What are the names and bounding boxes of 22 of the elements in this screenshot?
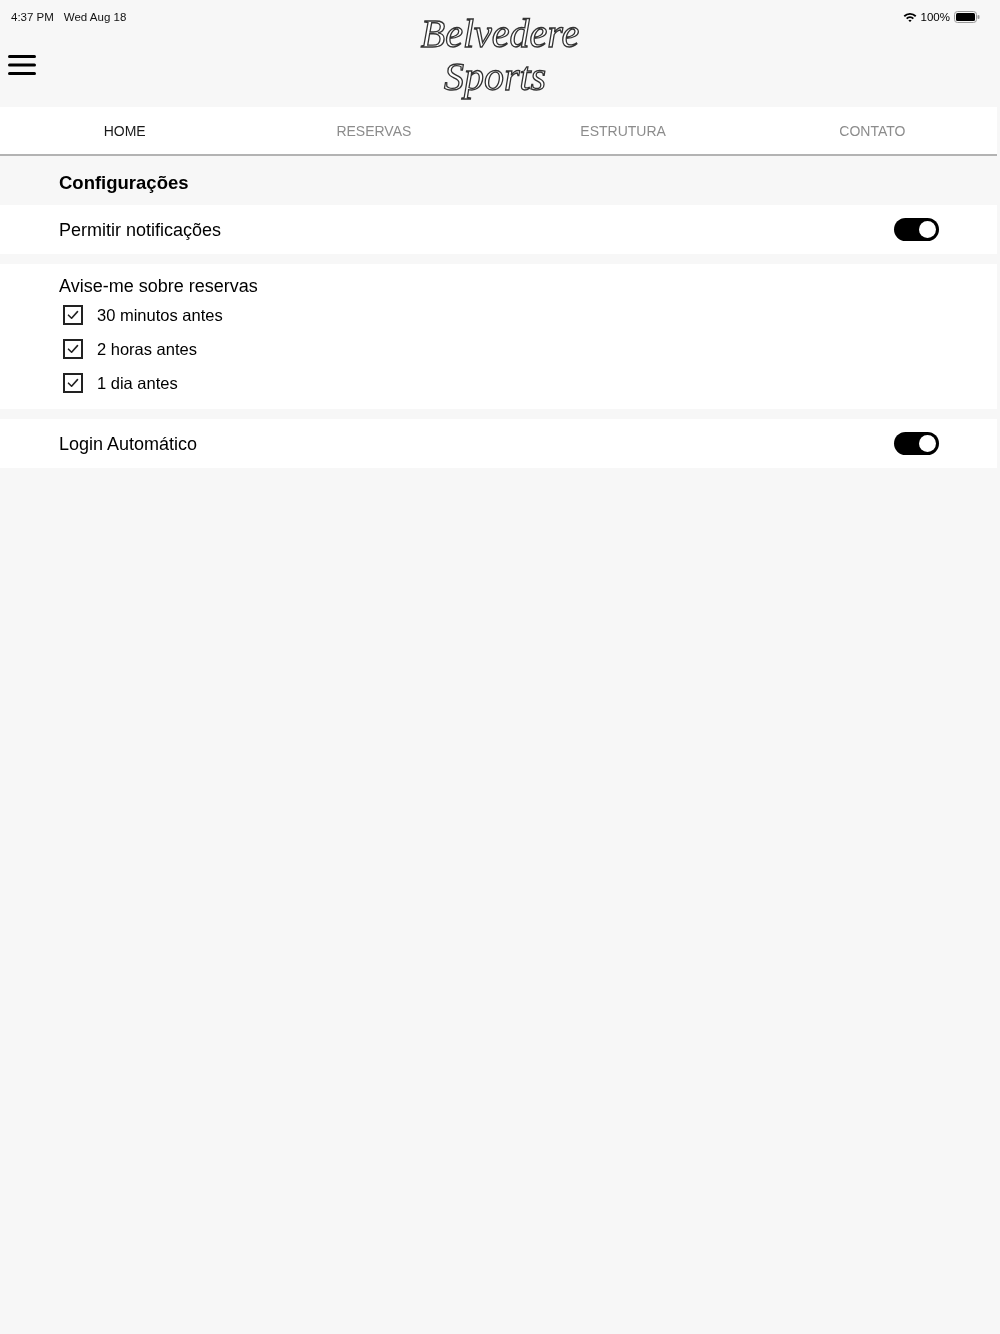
option-label: 1 dia antes [97, 373, 178, 393]
wifi-icon [902, 12, 917, 22]
toggle-switch[interactable] [894, 218, 939, 241]
status-date: Wed Aug 18 [63, 10, 127, 24]
battery-icon [954, 11, 980, 23]
group-label: Avise-me sobre reservas [59, 275, 258, 297]
section-title: Configurações [58, 171, 190, 195]
battery-percent: 100% [920, 11, 950, 24]
checkbox[interactable] [63, 339, 83, 359]
option-label: 30 minutos antes [97, 305, 223, 325]
option-label: 2 horas antes [97, 339, 197, 359]
nav-tab[interactable]: ESTRUTURA [498, 107, 748, 154]
status-time: 4:37 PM [11, 10, 54, 24]
toggle-switch[interactable] [894, 432, 939, 455]
setting-label: Permitir notificações [59, 218, 222, 241]
checkbox[interactable] [63, 305, 83, 325]
nav-tab[interactable]: CONTATO [747, 107, 997, 154]
nav-tab[interactable]: RESERVAS [249, 107, 499, 154]
setting-label: Login Automático [59, 432, 198, 455]
nav-tab[interactable]: HOME [0, 107, 250, 154]
menu-icon[interactable] [8, 55, 36, 75]
checkbox[interactable] [63, 373, 83, 393]
